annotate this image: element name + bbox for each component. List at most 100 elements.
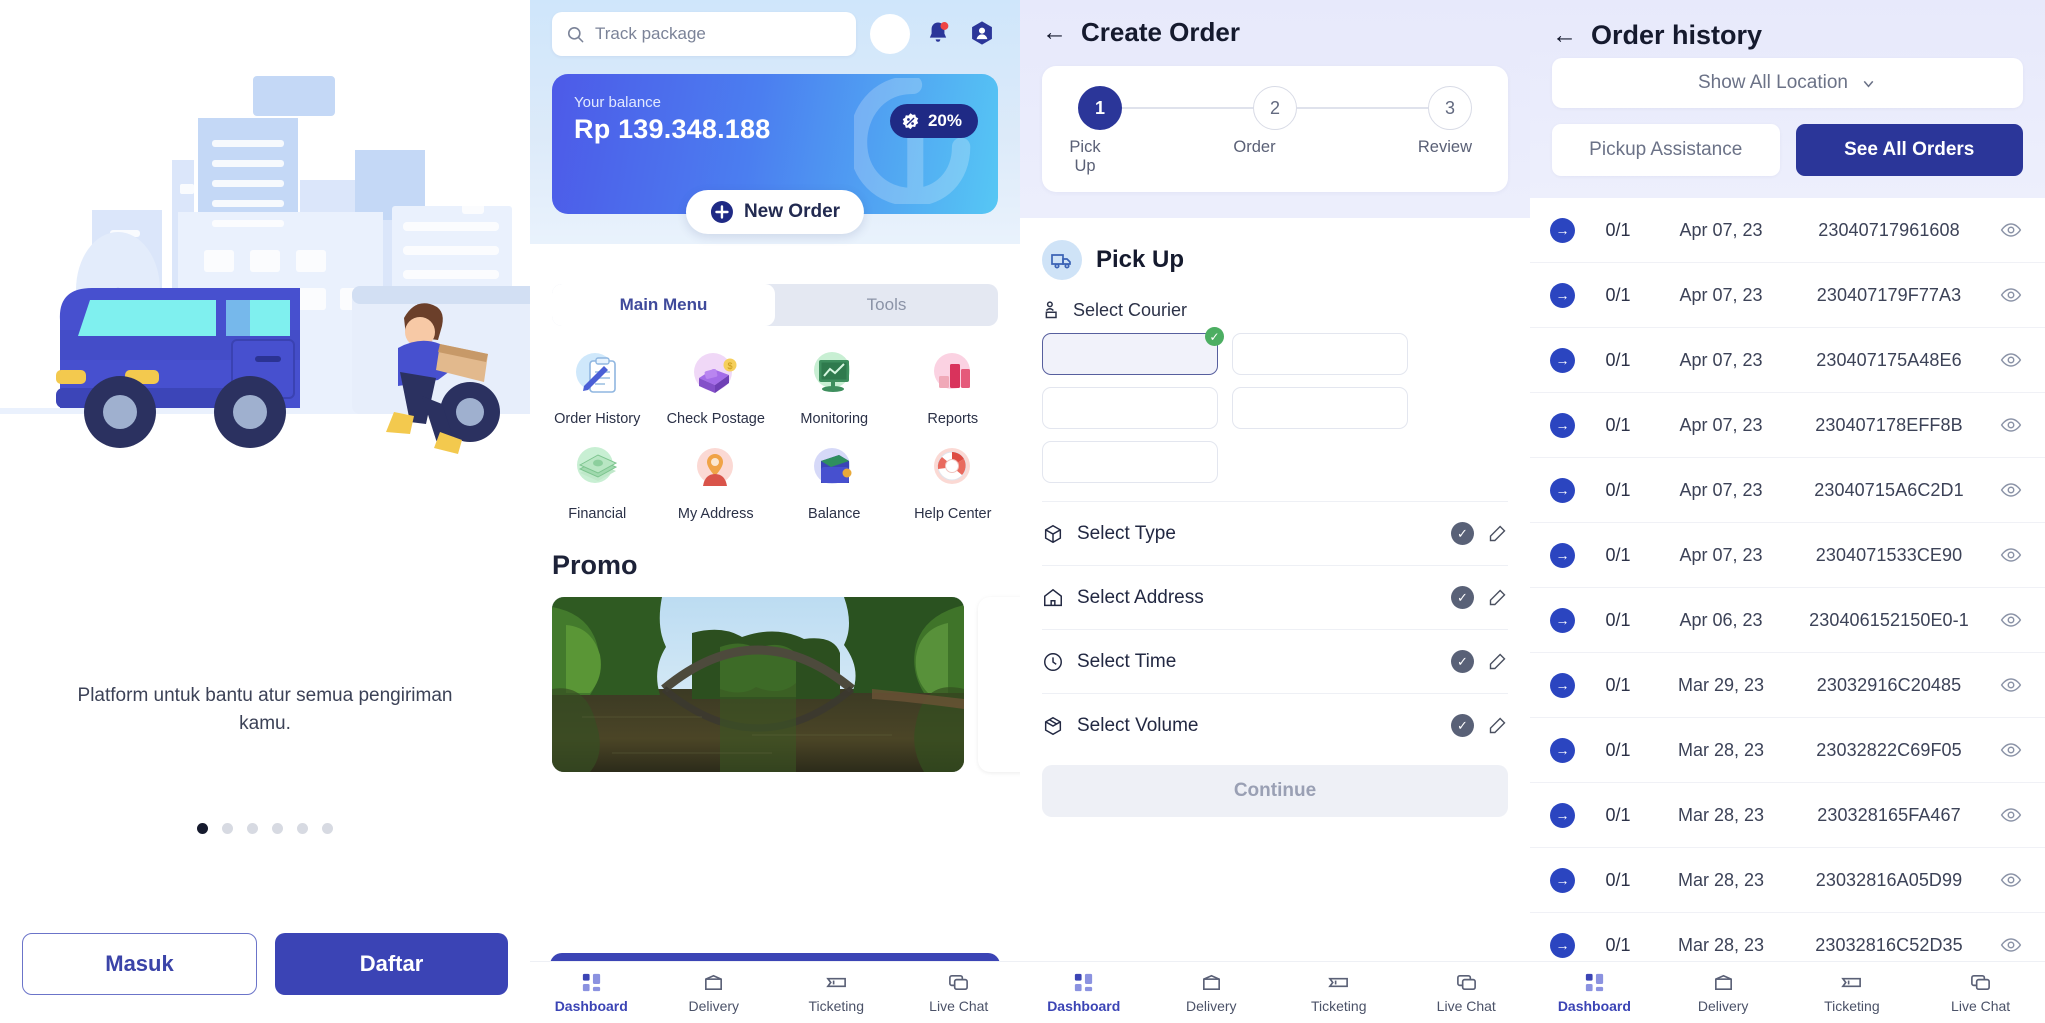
courier-option[interactable]	[1232, 333, 1408, 375]
forward-arrow-icon[interactable]: →	[1550, 282, 1575, 308]
courier-option[interactable]	[1042, 441, 1218, 483]
menu-item-financial[interactable]: Financial	[538, 443, 657, 522]
menu-item-my-address[interactable]: My Address	[657, 443, 776, 522]
menu-item-help-center[interactable]: Help Center	[894, 443, 1013, 522]
table-row[interactable]: → 0/1 Mar 28, 23 230328165FA467	[1530, 783, 2045, 848]
nav-ticketing[interactable]: Ticketing	[775, 971, 898, 1014]
tab-tools[interactable]: Tools	[775, 284, 998, 326]
profile-button[interactable]	[968, 19, 998, 49]
row-select-type[interactable]: Select Type ✓	[1042, 501, 1508, 565]
carousel-dot[interactable]	[197, 823, 208, 835]
nav-live-chat[interactable]: Live Chat	[1916, 971, 2045, 1014]
table-row[interactable]: → 0/1 Apr 07, 23 230407179F77A3	[1530, 263, 2045, 328]
nav-live-chat[interactable]: Live Chat	[898, 971, 1021, 1014]
tab-main-menu[interactable]: Main Menu	[552, 284, 775, 326]
row-select-time[interactable]: Select Time ✓	[1042, 629, 1508, 693]
promo-banner-next[interactable]	[978, 597, 1020, 772]
menu-item-balance[interactable]: Balance	[775, 443, 894, 522]
menu-item-check-postage[interactable]: $ Check Postage	[657, 348, 776, 427]
forward-arrow-icon[interactable]: →	[1550, 737, 1575, 763]
view-order-button[interactable]	[1997, 544, 2025, 566]
view-order-button[interactable]	[1997, 739, 2025, 761]
forward-arrow-icon[interactable]: →	[1550, 672, 1575, 698]
view-order-button[interactable]	[1997, 414, 2025, 436]
edit-icon[interactable]	[1487, 715, 1508, 736]
view-order-button[interactable]	[1997, 349, 2025, 371]
forward-arrow-icon[interactable]: →	[1550, 217, 1575, 243]
login-button[interactable]: Masuk	[22, 933, 257, 995]
menu-item-monitoring[interactable]: Monitoring	[775, 348, 894, 427]
table-row[interactable]: → 0/1 Apr 06, 23 230406152150E0-1	[1530, 588, 2045, 653]
row-select-volume[interactable]: Select Volume ✓	[1042, 693, 1508, 757]
see-all-orders-button[interactable]: See All Orders	[1795, 124, 2023, 176]
forward-arrow-icon[interactable]: →	[1550, 412, 1575, 438]
nav-delivery[interactable]: Delivery	[1148, 971, 1276, 1014]
view-order-button[interactable]	[1997, 219, 2025, 241]
nav-dashboard[interactable]: Dashboard	[530, 971, 653, 1014]
nav-delivery[interactable]: Delivery	[653, 971, 776, 1014]
promo-carousel[interactable]	[552, 597, 1020, 772]
table-row[interactable]: → 0/1 Apr 07, 23 23040715A6C2D1	[1530, 458, 2045, 523]
table-row[interactable]: → 0/1 Apr 07, 23 2304071533CE90	[1530, 523, 2045, 588]
table-row[interactable]: → 0/1 Mar 28, 23 23032822C69F05	[1530, 718, 2045, 783]
carousel-dot[interactable]	[322, 823, 333, 835]
back-arrow-icon[interactable]: ←	[1042, 19, 1067, 45]
step-2[interactable]: 2	[1253, 86, 1297, 130]
view-order-button[interactable]	[1997, 869, 2025, 891]
row-confirm-button[interactable]: ✓	[1451, 650, 1474, 673]
search-input[interactable]: Track package	[552, 12, 856, 56]
carousel-dot[interactable]	[222, 823, 233, 835]
promo-banner[interactable]	[552, 597, 964, 772]
forward-arrow-icon[interactable]: →	[1550, 867, 1575, 893]
step-1[interactable]: 1	[1078, 86, 1122, 130]
row-confirm-button[interactable]: ✓	[1451, 714, 1474, 737]
view-order-button[interactable]	[1997, 284, 2025, 306]
view-order-button[interactable]	[1997, 804, 2025, 826]
menu-item-reports[interactable]: Reports	[894, 348, 1013, 427]
view-order-button[interactable]	[1997, 609, 2025, 631]
forward-arrow-icon[interactable]: →	[1550, 477, 1575, 503]
avatar[interactable]	[870, 14, 910, 54]
edit-icon[interactable]	[1487, 587, 1508, 608]
forward-arrow-icon[interactable]: →	[1550, 802, 1575, 828]
back-arrow-icon[interactable]: ←	[1552, 22, 1577, 48]
new-order-button[interactable]: New Order	[685, 190, 865, 234]
courier-option[interactable]	[1042, 387, 1218, 429]
register-button[interactable]: Daftar	[275, 933, 508, 995]
view-order-button[interactable]	[1997, 934, 2025, 956]
courier-option[interactable]	[1232, 387, 1408, 429]
nav-live-chat[interactable]: Live Chat	[1403, 971, 1531, 1014]
carousel-dot[interactable]	[272, 823, 283, 835]
nav-dashboard[interactable]: Dashboard	[1020, 971, 1148, 1014]
balance-card[interactable]: Your balance Rp 139.348.188 20% New Orde…	[552, 74, 998, 234]
row-confirm-button[interactable]: ✓	[1451, 586, 1474, 609]
view-order-button[interactable]	[1997, 479, 2025, 501]
row-select-address[interactable]: Select Address ✓	[1042, 565, 1508, 629]
step-3[interactable]: 3	[1428, 86, 1472, 130]
location-filter-dropdown[interactable]: Show All Location	[1552, 58, 2023, 108]
forward-arrow-icon[interactable]: →	[1550, 932, 1575, 958]
carousel-dot[interactable]	[247, 823, 258, 835]
pickup-assistance-button[interactable]: Pickup Assistance	[1552, 124, 1780, 176]
nav-ticketing[interactable]: Ticketing	[1788, 971, 1917, 1014]
nav-ticketing[interactable]: Ticketing	[1275, 971, 1403, 1014]
table-row[interactable]: → 0/1 Mar 28, 23 23032816A05D99	[1530, 848, 2045, 913]
forward-arrow-icon[interactable]: →	[1550, 347, 1575, 373]
view-order-button[interactable]	[1997, 674, 2025, 696]
forward-arrow-icon[interactable]: →	[1550, 542, 1575, 568]
courier-option[interactable]: ✓	[1042, 327, 1224, 375]
forward-arrow-icon[interactable]: →	[1550, 607, 1575, 633]
notification-bell-button[interactable]	[924, 19, 954, 49]
edit-icon[interactable]	[1487, 523, 1508, 544]
nav-delivery[interactable]: Delivery	[1659, 971, 1788, 1014]
table-row[interactable]: → 0/1 Apr 07, 23 23040717961608	[1530, 198, 2045, 263]
table-row[interactable]: → 0/1 Apr 07, 23 230407178EFF8B	[1530, 393, 2045, 458]
menu-item-order-history[interactable]: Order History	[538, 348, 657, 427]
nav-dashboard[interactable]: Dashboard	[1530, 971, 1659, 1014]
continue-button[interactable]: Continue	[1042, 765, 1508, 817]
edit-icon[interactable]	[1487, 651, 1508, 672]
carousel-dot[interactable]	[297, 823, 308, 835]
carousel-dots[interactable]	[197, 823, 333, 835]
table-row[interactable]: → 0/1 Apr 07, 23 230407175A48E6	[1530, 328, 2045, 393]
row-confirm-button[interactable]: ✓	[1451, 522, 1474, 545]
